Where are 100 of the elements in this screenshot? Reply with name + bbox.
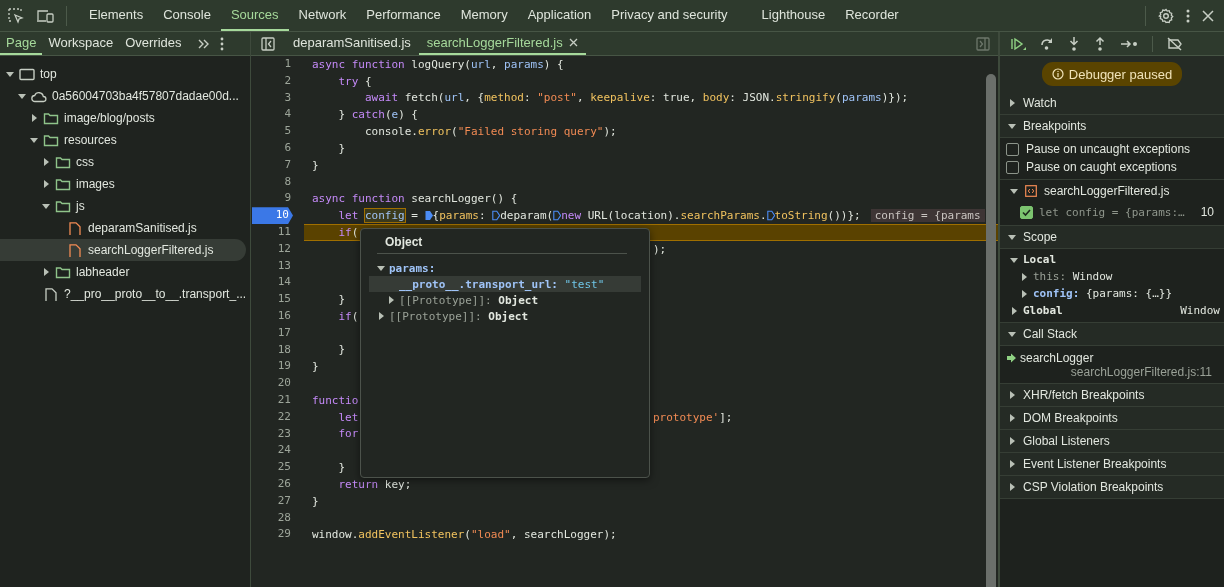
property[interactable]: [[Prototype]]: Object [399, 293, 539, 307]
close-icon[interactable] [568, 38, 578, 47]
collapse-triangle-icon[interactable] [1008, 483, 1016, 491]
tab[interactable]: Console [153, 0, 221, 31]
tab[interactable]: Application [517, 0, 602, 31]
more-options-icon[interactable] [219, 36, 224, 51]
settings-icon[interactable] [1158, 7, 1174, 24]
expand-triangle-icon[interactable] [18, 92, 26, 100]
checkbox[interactable] [1006, 142, 1019, 156]
section-header[interactable]: XHR/fetch Breakpoints [1000, 384, 1224, 407]
tab[interactable]: Network [288, 0, 357, 31]
line-number: 1 [283, 56, 291, 72]
section-header[interactable]: CSP Violation Breakpoints [1000, 476, 1224, 499]
navigator-toggle-icon[interactable] [261, 36, 275, 51]
expand-triangle-icon[interactable] [6, 70, 14, 78]
expand-triangle-icon[interactable] [1010, 255, 1018, 264]
inline-breakpoint-icon[interactable] [766, 210, 775, 222]
scope-variable[interactable]: this: Window [1033, 270, 1113, 283]
section-header[interactable]: Global Listeners [1000, 430, 1224, 453]
collapse-triangle-icon[interactable] [42, 180, 50, 188]
tree-item[interactable]: labheader [76, 265, 130, 279]
tree-item[interactable]: images [76, 177, 115, 191]
more-tabs-icon[interactable] [197, 38, 210, 49]
expand-triangle-icon[interactable] [1010, 187, 1018, 195]
collapse-triangle-icon[interactable] [1008, 391, 1016, 399]
scroll-bar[interactable] [986, 74, 996, 587]
selected-property-row[interactable]: __proto__.transport_url: "test" [369, 276, 641, 292]
expand-triangle-icon[interactable] [1008, 233, 1016, 241]
call-frame-location[interactable]: searchLoggerFiltered.js:11 [1006, 365, 1218, 379]
option-label[interactable]: Pause on uncaught exceptions [1026, 142, 1191, 156]
inline-breakpoint-icon[interactable] [553, 210, 562, 222]
tree-item[interactable]: css [76, 155, 94, 169]
tab[interactable]: Workspace [42, 32, 120, 55]
more-options-icon[interactable] [1186, 7, 1190, 24]
code-text: } [312, 494, 319, 508]
deactivate-breakpoints-icon[interactable] [1167, 36, 1183, 51]
collapse-triangle-icon[interactable] [1008, 414, 1016, 422]
step-icon[interactable] [1120, 38, 1138, 49]
tab[interactable]: Recorder [835, 0, 909, 31]
checkbox[interactable] [1020, 205, 1033, 219]
hovered-code-token[interactable]: config [365, 209, 405, 223]
selected-tree-item[interactable]: searchLoggerFiltered.js [0, 239, 246, 261]
collapse-triangle-icon[interactable] [1008, 460, 1016, 468]
collapse-triangle-icon[interactable] [377, 312, 385, 320]
expand-triangle-icon[interactable] [1008, 330, 1016, 338]
collapse-triangle-icon[interactable] [1010, 306, 1018, 315]
step-into-icon[interactable] [1068, 35, 1080, 52]
tab[interactable]: Performance [356, 0, 451, 31]
debugger-toggle-icon[interactable] [976, 36, 990, 51]
scope-name[interactable]: Local [1023, 253, 1057, 266]
tree-item[interactable]: ?__pro__proto__to__.transport_... [64, 287, 247, 301]
section-header[interactable]: Breakpoints [1000, 115, 1224, 138]
tree-item[interactable]: 0a56004703ba4f57807dadae00d... [52, 89, 239, 103]
expand-triangle-icon[interactable] [1008, 122, 1016, 130]
collapse-triangle-icon[interactable] [42, 268, 50, 276]
inline-breakpoint-icon[interactable] [492, 210, 501, 222]
collapse-triangle-icon[interactable] [30, 114, 38, 122]
step-out-icon[interactable] [1094, 35, 1106, 52]
resume-icon[interactable] [1010, 36, 1026, 51]
tree-item[interactable]: image/blog/posts [64, 111, 155, 125]
collapse-triangle-icon[interactable] [1008, 437, 1016, 445]
option-label[interactable]: Pause on caught exceptions [1026, 160, 1177, 174]
inspect-icon[interactable] [8, 7, 24, 24]
collapse-triangle-icon[interactable] [1008, 99, 1016, 107]
checkbox[interactable] [1006, 160, 1019, 174]
tab[interactable]: Elements [79, 0, 154, 31]
collapse-triangle-icon[interactable] [1020, 289, 1028, 298]
property[interactable]: [[Prototype]]: Object [389, 309, 529, 323]
step-over-icon[interactable] [1040, 36, 1054, 51]
tree-item[interactable]: js [76, 199, 85, 213]
collapse-triangle-icon[interactable] [387, 296, 395, 304]
tab[interactable]: Overrides [119, 32, 188, 55]
breakpoint-code[interactable]: let config = {params:… [1039, 205, 1195, 219]
call-frame-function[interactable]: searchLogger [1020, 351, 1094, 365]
tree-item[interactable]: top [40, 67, 57, 81]
section-header[interactable]: DOM Breakpoints [1000, 407, 1224, 430]
expand-triangle-icon[interactable] [377, 264, 385, 272]
property[interactable]: __proto__.transport_url: "test" [399, 277, 605, 291]
scope-variable[interactable]: config: {params: {…}} [1033, 287, 1173, 300]
section-header[interactable]: Watch [1000, 92, 1224, 115]
device-toolbar-icon[interactable] [36, 7, 54, 24]
scope-name[interactable]: Global [1023, 304, 1063, 317]
property[interactable]: params: [389, 261, 436, 275]
tab[interactable]: Memory [450, 0, 518, 31]
breakpoint-line-number[interactable]: 10 [252, 207, 293, 224]
file-tab[interactable]: deparamSanitised.js [285, 32, 419, 55]
tab[interactable]: Privacy and security [601, 0, 738, 31]
tree-item[interactable]: deparamSanitised.js [88, 221, 197, 235]
section-header[interactable]: Event Listener Breakpoints [1000, 453, 1224, 476]
section-header[interactable]: Call Stack [1000, 323, 1224, 346]
code-text: new URL(location).searchParams. [561, 209, 767, 223]
tree-item[interactable]: resources [64, 133, 117, 147]
expand-triangle-icon[interactable] [42, 202, 50, 210]
collapse-triangle-icon[interactable] [1020, 272, 1028, 281]
section-header[interactable]: Scope [1000, 226, 1224, 249]
inline-breakpoint-icon[interactable] [424, 210, 433, 222]
expand-triangle-icon[interactable] [30, 136, 38, 144]
tab[interactable]: Lighthouse [751, 0, 836, 31]
close-icon[interactable] [1202, 9, 1214, 22]
collapse-triangle-icon[interactable] [42, 158, 50, 166]
